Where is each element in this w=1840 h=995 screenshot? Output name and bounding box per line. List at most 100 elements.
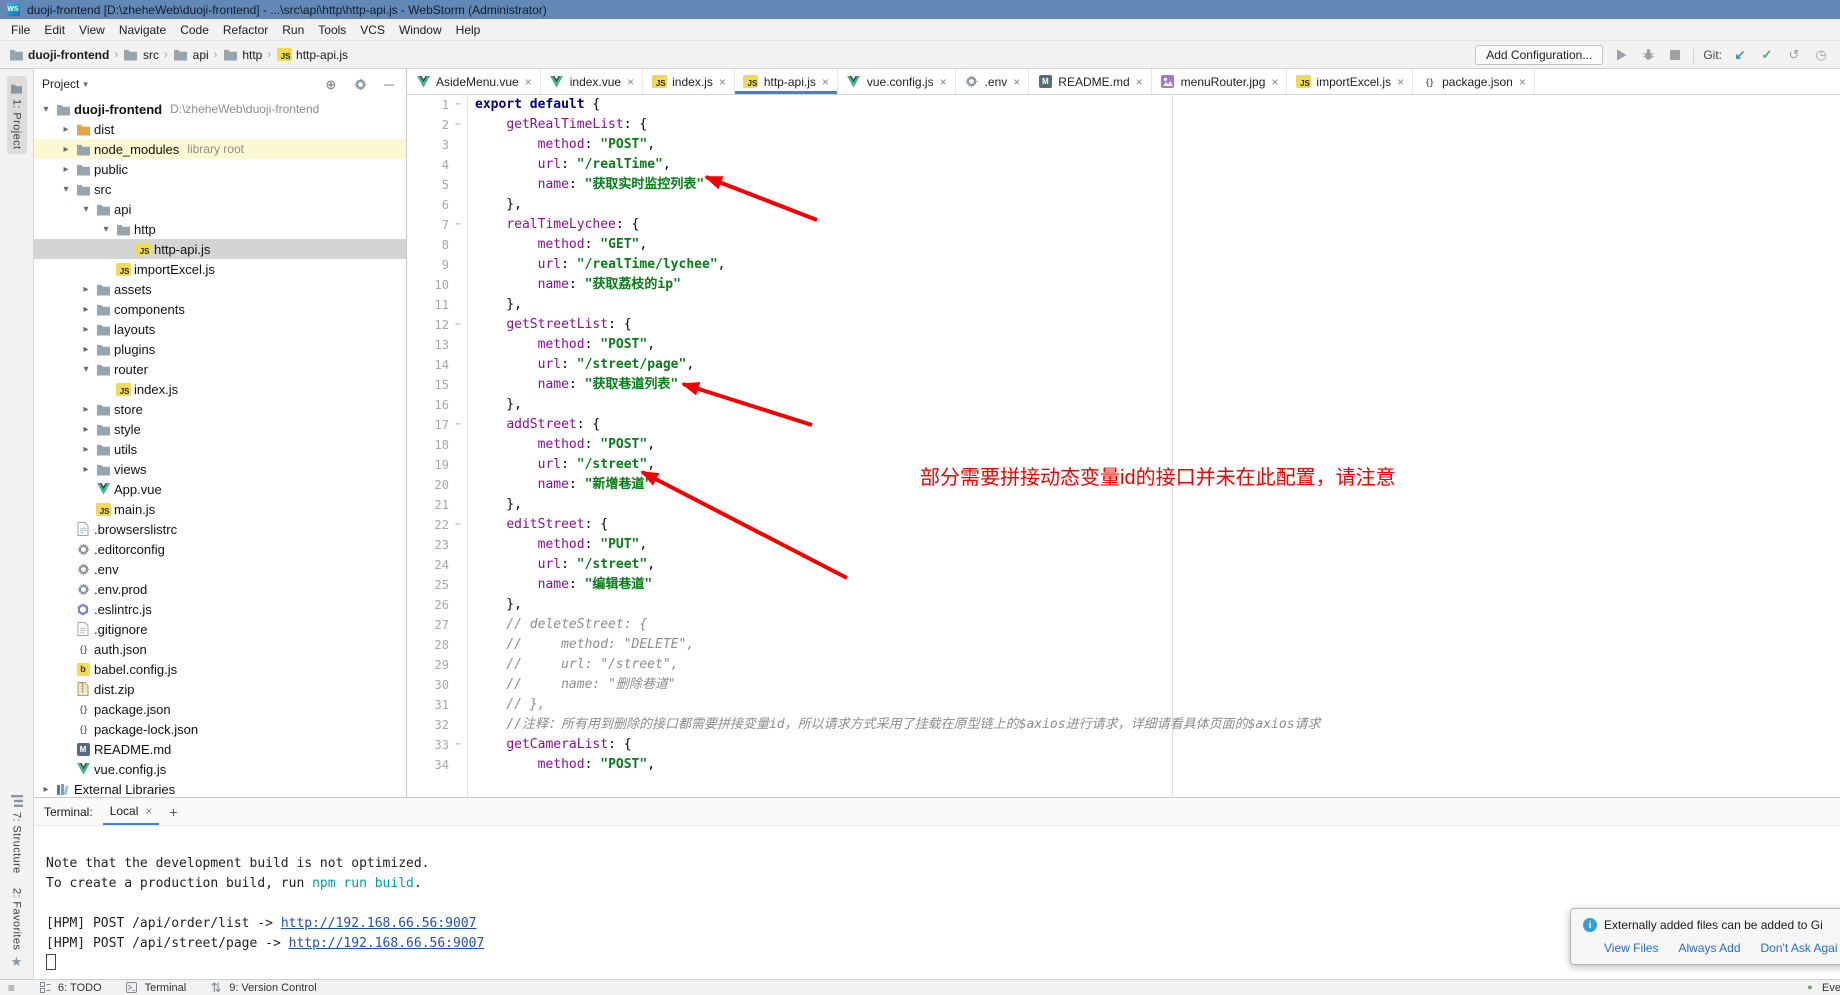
chevron-down-icon[interactable]: ▾ xyxy=(83,80,88,89)
tab-vue.config.js[interactable]: vue.config.js× xyxy=(838,69,956,94)
code-line[interactable]: 21 }, xyxy=(407,495,1840,515)
tool-window-structure-button[interactable]: 7: Structure xyxy=(7,789,27,879)
code-line[interactable]: 9 url: "/realTime/lychee", xyxy=(407,255,1840,275)
chevron-right-icon[interactable]: ▸ xyxy=(78,404,94,415)
terminal-tab-local[interactable]: Local × xyxy=(103,798,160,825)
menu-item-navigate[interactable]: Navigate xyxy=(112,21,173,39)
tree-item-vue.config.js[interactable]: vue.config.js xyxy=(34,759,406,779)
chevron-right-icon[interactable]: ▸ xyxy=(78,284,94,295)
tree-item-dist.zip[interactable]: dist.zip xyxy=(34,679,406,699)
tab-index.vue[interactable]: index.vue× xyxy=(541,69,643,94)
menu-item-vcs[interactable]: VCS xyxy=(353,21,392,39)
tree-item-utils[interactable]: ▸utils xyxy=(34,439,406,459)
tab-.env[interactable]: .env× xyxy=(956,69,1030,94)
tree-item-README.md[interactable]: MREADME.md xyxy=(34,739,406,759)
close-icon[interactable]: × xyxy=(719,75,726,89)
chevron-right-icon[interactable]: ▸ xyxy=(58,164,74,175)
tree-item-auth.json[interactable]: { }auth.json xyxy=(34,639,406,659)
tree-item-store[interactable]: ▸store xyxy=(34,399,406,419)
tree-item-main.js[interactable]: JSmain.js xyxy=(34,499,406,519)
add-configuration-button[interactable]: Add Configuration... xyxy=(1475,45,1603,65)
code-line[interactable]: 27 // deleteStreet: { xyxy=(407,615,1840,635)
tool-window-project-button[interactable]: 1: Project xyxy=(7,76,27,154)
chevron-right-icon[interactable]: ▸ xyxy=(58,144,74,155)
editor-pane[interactable]: 1−export default {2− getRealTimeList: {3… xyxy=(407,95,1840,797)
code-line[interactable]: 10 name: "获取荔枝的ip" xyxy=(407,275,1840,295)
chevron-down-icon[interactable]: ▾ xyxy=(58,184,74,195)
close-icon[interactable]: × xyxy=(1013,75,1020,89)
close-icon[interactable]: × xyxy=(145,804,152,818)
menu-item-refactor[interactable]: Refactor xyxy=(216,21,275,39)
close-icon[interactable]: × xyxy=(627,75,634,89)
terminal-link[interactable]: http://192.168.66.56:9007 xyxy=(281,916,477,931)
chevron-right-icon[interactable]: ▸ xyxy=(78,424,94,435)
code-line[interactable]: 6 }, xyxy=(407,195,1840,215)
breadcrumb-item-http[interactable]: http xyxy=(222,48,262,62)
fold-marker-icon[interactable]: − xyxy=(449,515,467,535)
code-line[interactable]: 32 //注释：所有用到删除的接口都需要拼接变量id，所以请求方式采用了挂载在原… xyxy=(407,715,1840,735)
code-line[interactable]: 29 // url: "/street", xyxy=(407,655,1840,675)
tree-item-.env[interactable]: .env xyxy=(34,559,406,579)
run-icon[interactable] xyxy=(1612,49,1630,61)
menu-item-tools[interactable]: Tools xyxy=(311,21,353,39)
code-line[interactable]: 28 // method: "DELETE", xyxy=(407,635,1840,655)
tab-README.md[interactable]: MREADME.md× xyxy=(1029,69,1151,94)
fold-marker-icon[interactable]: − xyxy=(449,735,467,755)
code-line[interactable]: 14 url: "/street/page", xyxy=(407,355,1840,375)
tab-importExcel.js[interactable]: JSimportExcel.js× xyxy=(1287,69,1413,94)
notification-action-view-files[interactable]: View Files xyxy=(1604,941,1658,955)
close-icon[interactable]: × xyxy=(940,75,947,89)
code-line[interactable]: 22− editStreet: { xyxy=(407,515,1840,535)
code-line[interactable]: 3 method: "POST", xyxy=(407,135,1840,155)
code-line[interactable]: 5 name: "获取实时监控列表" xyxy=(407,175,1840,195)
notification-action-don-t-ask-agai[interactable]: Don't Ask Agai xyxy=(1761,941,1838,955)
code-line[interactable]: 25 name: "编辑巷道" xyxy=(407,575,1840,595)
code-line[interactable]: 8 method: "GET", xyxy=(407,235,1840,255)
tree-item-http[interactable]: ▾http xyxy=(34,219,406,239)
breadcrumb-item-api[interactable]: api xyxy=(173,48,209,62)
tree-item-style[interactable]: ▸style xyxy=(34,419,406,439)
tree-item-babel.config.js[interactable]: bbabel.config.js xyxy=(34,659,406,679)
code-line[interactable]: 23 method: "PUT", xyxy=(407,535,1840,555)
chevron-right-icon[interactable]: ▸ xyxy=(78,344,94,355)
breadcrumb-item-duoji-frontend[interactable]: duoji-frontend xyxy=(8,48,109,62)
code-line[interactable]: 4 url: "/realTime", xyxy=(407,155,1840,175)
tree-item-http-api.js[interactable]: JShttp-api.js xyxy=(34,239,406,259)
chevron-down-icon[interactable]: ▾ xyxy=(78,364,94,375)
code-line[interactable]: 12− getStreetList: { xyxy=(407,315,1840,335)
fold-marker-icon[interactable]: − xyxy=(449,115,467,135)
code-line[interactable]: 18 method: "POST", xyxy=(407,435,1840,455)
fold-marker-icon[interactable]: − xyxy=(449,95,467,115)
menu-item-window[interactable]: Window xyxy=(392,21,449,39)
code-line[interactable]: 1−export default { xyxy=(407,95,1840,115)
close-icon[interactable]: × xyxy=(1397,75,1404,89)
chevron-right-icon[interactable]: ▸ xyxy=(78,464,94,475)
tree-item-.browserslistrc[interactable]: .browserslistrc xyxy=(34,519,406,539)
tree-item-duoji-frontend[interactable]: ▾duoji-frontendD:\zheheWeb\duoji-fronten… xyxy=(34,99,406,119)
tree-item-plugins[interactable]: ▸plugins xyxy=(34,339,406,359)
chevron-down-icon[interactable]: ▾ xyxy=(78,204,94,215)
debug-icon[interactable] xyxy=(1639,48,1657,61)
menu-item-code[interactable]: Code xyxy=(173,21,216,39)
project-panel-title[interactable]: Project xyxy=(42,77,79,91)
close-icon[interactable]: × xyxy=(1519,75,1526,89)
code-line[interactable]: 24 url: "/street", xyxy=(407,555,1840,575)
menu-item-file[interactable]: File xyxy=(4,21,37,39)
tree-item-components[interactable]: ▸components xyxy=(34,299,406,319)
code-line[interactable]: 16 }, xyxy=(407,395,1840,415)
chevron-right-icon[interactable]: ▸ xyxy=(38,784,54,795)
tree-item-.gitignore[interactable]: .gitignore xyxy=(34,619,406,639)
git-update-icon[interactable]: ↙ xyxy=(1731,48,1749,61)
hamburger-icon[interactable]: ≡ xyxy=(8,982,15,994)
menu-item-view[interactable]: View xyxy=(72,21,112,39)
tree-item-.editorconfig[interactable]: .editorconfig xyxy=(34,539,406,559)
menu-item-edit[interactable]: Edit xyxy=(37,21,72,39)
code-line[interactable]: 31 // }, xyxy=(407,695,1840,715)
title-bar[interactable]: WS duoji-frontend [D:\zheheWeb\duoji-fro… xyxy=(0,0,1840,19)
new-terminal-tab-button[interactable]: + xyxy=(169,804,177,820)
event-log-item[interactable]: ● Event Log xyxy=(1802,981,1840,995)
close-icon[interactable]: × xyxy=(525,75,532,89)
tab-AsideMenu.vue[interactable]: AsideMenu.vue× xyxy=(407,69,541,94)
status-item-9-version-control[interactable]: ⇅9: Version Control xyxy=(208,981,316,995)
close-icon[interactable]: × xyxy=(1271,75,1278,89)
